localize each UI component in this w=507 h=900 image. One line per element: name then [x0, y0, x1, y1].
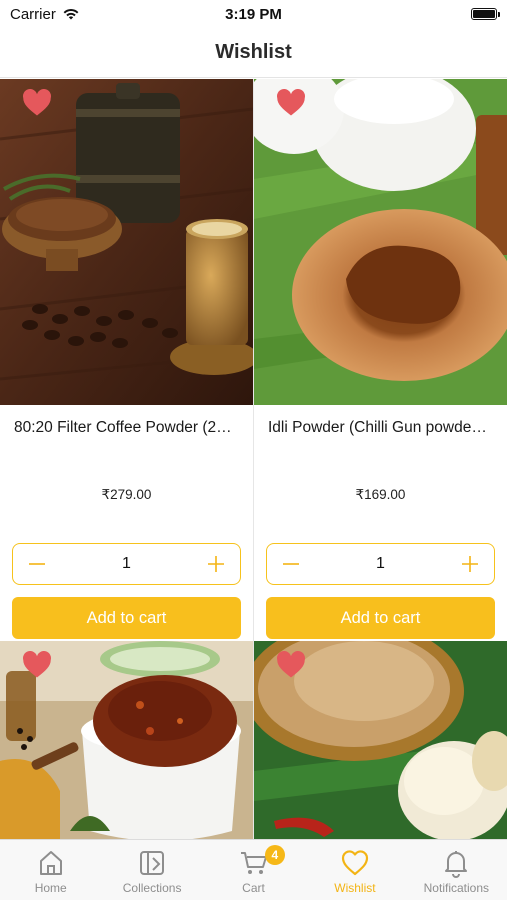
wishlist-grid[interactable]: 80:20 Filter Coffee Powder (2… ₹279.00 1… — [0, 79, 507, 839]
quantity-value: 1 — [122, 555, 131, 572]
cart-count-badge: 4 — [264, 845, 285, 865]
product-price: ₹169.00 — [355, 487, 406, 502]
tab-label: Wishlist — [334, 881, 376, 895]
product-image-pickle[interactable] — [0, 641, 253, 839]
wishlist-heart-icon[interactable] — [276, 89, 306, 117]
quantity-stepper: 1 — [266, 543, 495, 585]
tab-bar: Home Collections 4 Cart Wishlist Notific… — [0, 839, 507, 900]
minus-icon — [29, 563, 45, 565]
decrease-quantity-button[interactable] — [279, 552, 303, 576]
add-to-cart-button[interactable]: Add to cart — [12, 597, 241, 639]
wifi-icon — [63, 9, 79, 20]
product-card[interactable]: 80:20 Filter Coffee Powder (2… ₹279.00 1… — [0, 79, 253, 641]
add-to-cart-button[interactable]: Add to cart — [266, 597, 495, 639]
nav-header: Wishlist — [0, 28, 507, 78]
increase-quantity-button[interactable] — [204, 552, 228, 576]
page-title: Wishlist — [215, 41, 292, 63]
product-price: ₹279.00 — [101, 487, 152, 502]
product-image-appalam[interactable] — [254, 641, 507, 839]
tab-collections[interactable]: Collections — [101, 840, 202, 900]
home-icon — [39, 851, 62, 875]
tab-cart[interactable]: 4 Cart — [203, 840, 304, 900]
decrease-quantity-button[interactable] — [25, 552, 49, 576]
tab-label: Cart — [242, 881, 265, 895]
product-image-filter-coffee[interactable] — [0, 79, 253, 405]
tab-label: Home — [34, 881, 67, 895]
cart-icon — [240, 852, 267, 874]
product-image-idli-powder[interactable] — [254, 79, 507, 405]
filter-coffee-photo — [0, 79, 253, 405]
status-bar: Carrier 3:19 PM — [0, 0, 507, 28]
carrier-label: Carrier — [10, 5, 56, 23]
product-name[interactable]: Idli Powder (Chilli Gun powde… — [254, 405, 507, 445]
idli-powder-photo — [254, 79, 507, 405]
wishlist-heart-icon[interactable] — [22, 89, 52, 117]
status-left: Carrier — [10, 6, 80, 23]
tab-label: Notifications — [423, 881, 490, 895]
tab-wishlist[interactable]: Wishlist — [304, 840, 405, 900]
quantity-stepper: 1 — [12, 543, 241, 585]
plus-icon — [208, 556, 224, 572]
tab-notifications[interactable]: Notifications — [406, 840, 507, 900]
wishlist-heart-icon[interactable] — [22, 651, 52, 679]
increase-quantity-button[interactable] — [458, 552, 482, 576]
minus-icon — [283, 563, 299, 565]
product-card[interactable] — [254, 641, 507, 839]
product-name[interactable]: 80:20 Filter Coffee Powder (2… — [0, 405, 253, 445]
battery-icon — [471, 8, 500, 20]
plus-icon — [462, 556, 478, 572]
tab-label: Collections — [122, 881, 182, 895]
bell-icon — [445, 851, 468, 878]
collections-icon — [140, 851, 165, 875]
wishlist-heart-icon[interactable] — [276, 651, 306, 679]
product-card[interactable] — [0, 641, 253, 839]
quantity-value: 1 — [376, 555, 385, 572]
tab-home[interactable]: Home — [0, 840, 101, 900]
product-card[interactable]: Idli Powder (Chilli Gun powde… ₹169.00 1… — [254, 79, 507, 641]
heart-icon — [341, 850, 369, 876]
